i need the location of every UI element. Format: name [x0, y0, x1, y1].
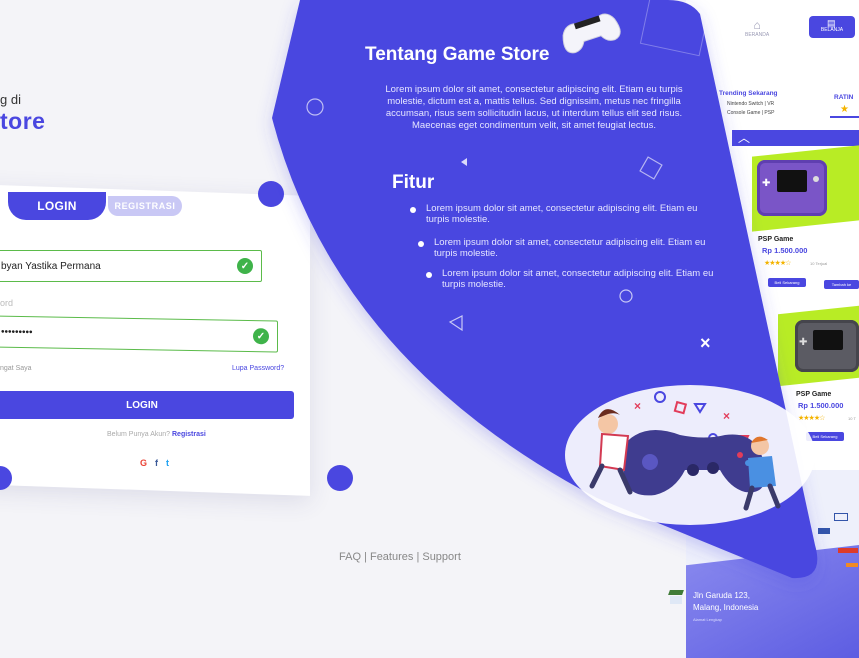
- decor-cross: ×: [700, 333, 711, 353]
- feature-item: Lorem ipsum dolor sit amet, consectetur …: [426, 268, 726, 290]
- svg-text:×: ×: [723, 409, 730, 423]
- svg-text:×: ×: [634, 399, 641, 413]
- features-title: Fitur: [392, 172, 435, 193]
- showcase-canvas: g di tore LOGIN REGISTRASI byan Yastika …: [0, 0, 859, 658]
- about-title: Tentang Game Store: [365, 44, 550, 65]
- about-body: Lorem ipsum dolor sit amet, consectetur …: [385, 84, 683, 131]
- feature-item: Lorem ipsum dolor sit amet, consectetur …: [418, 237, 718, 259]
- kids-gamepad-illustration: × ×: [565, 385, 815, 525]
- feature-item: Lorem ipsum dolor sit amet, consectetur …: [410, 203, 710, 225]
